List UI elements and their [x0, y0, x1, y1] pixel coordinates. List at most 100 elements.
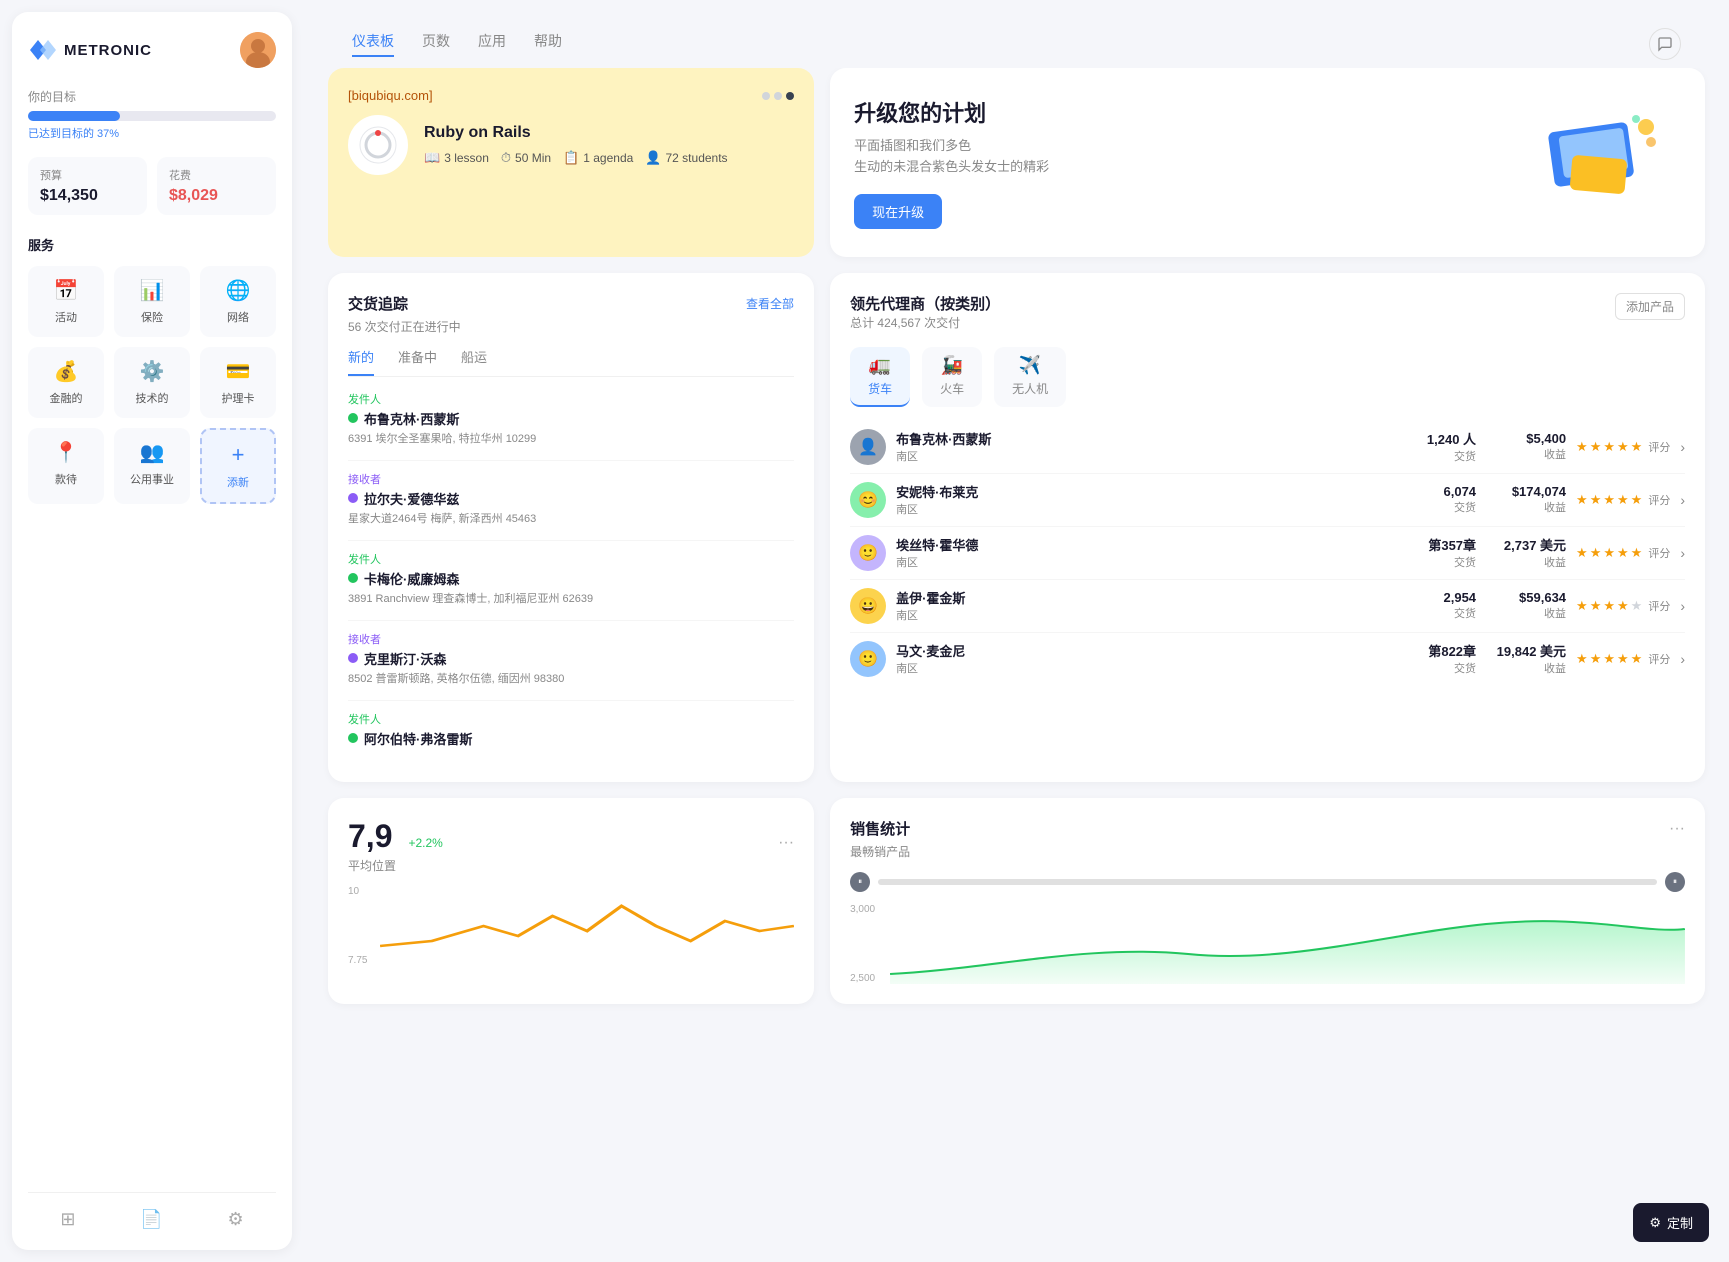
- stat-chart-svg: [380, 886, 794, 966]
- course-title: Ruby on Rails: [424, 124, 728, 142]
- rating-label-4: 评分: [1648, 598, 1670, 614]
- delivery-tracking-card: 交货追踪 查看全部 56 次交付正在进行中 新的 准备中 船运 发件人 布鲁克林…: [328, 273, 814, 782]
- view-all-link[interactable]: 查看全部: [746, 295, 794, 312]
- add-product-button[interactable]: 添加产品: [1615, 293, 1685, 320]
- stat-header: 7,9 +2.2% ···: [348, 818, 794, 855]
- goal-percent: 已达到目标的 37%: [28, 125, 276, 141]
- upgrade-card: 升级您的计划 平面插图和我们多色生动的未混合紫色头发女士的精彩 现在升级: [830, 68, 1705, 257]
- delivery-address-4: 8502 普雷斯顿路, 英格尔伍德, 缅因州 98380: [348, 670, 794, 686]
- agent-count-2: 6,074: [1416, 484, 1476, 499]
- cat-tab-train[interactable]: 🚂 火车: [922, 347, 982, 407]
- agent-avatar-3: 🙂: [850, 535, 886, 571]
- agent-arrow-2[interactable]: ›: [1680, 492, 1685, 508]
- slider-handle-right[interactable]: ⏸: [1665, 872, 1685, 892]
- agent-info-2: 安妮特·布莱克 南区: [896, 482, 1406, 517]
- tech-icon: ⚙️: [140, 359, 165, 384]
- service-carecard[interactable]: 💳 护理卡: [200, 347, 276, 418]
- illustration-svg: [1521, 107, 1681, 217]
- logo-area: METRONIC: [28, 36, 152, 64]
- role-sender-1: 发件人: [348, 391, 794, 407]
- user-avatar[interactable]: [240, 32, 276, 68]
- service-hospitality[interactable]: 📍 款待: [28, 428, 104, 504]
- agent-revenue-4: $59,634 收益: [1486, 590, 1566, 621]
- divider-1: [348, 460, 794, 461]
- upgrade-button[interactable]: 现在升级: [854, 194, 942, 229]
- delivery-name-3: 卡梅伦·威廉姆森: [364, 569, 459, 588]
- service-tech[interactable]: ⚙️ 技术的: [114, 347, 190, 418]
- file-icon[interactable]: 📄: [140, 1209, 162, 1230]
- agent-arrow-1[interactable]: ›: [1680, 439, 1685, 455]
- service-insurance[interactable]: 📊 保险: [114, 266, 190, 337]
- tab-new[interactable]: 新的: [348, 347, 374, 376]
- delivery-name-1: 布鲁克林·西蒙斯: [364, 409, 459, 428]
- service-finance[interactable]: 💰 金融的: [28, 347, 104, 418]
- agent-count-3: 第357章: [1416, 535, 1476, 554]
- agent-info-1: 布鲁克林·西蒙斯 南区: [896, 429, 1406, 464]
- location-dot-5: [348, 733, 358, 743]
- star-5e: ★: [1631, 651, 1643, 667]
- expense-value: $8,029: [169, 187, 264, 205]
- agent-count-label-3: 交货: [1416, 554, 1476, 570]
- delivery-address-1: 6391 埃尔全圣塞果哈, 特拉华州 10299: [348, 430, 794, 446]
- budget-label: 预算: [40, 167, 135, 183]
- agent-count-label-2: 交货: [1416, 499, 1476, 515]
- stat-menu-icon[interactable]: ···: [778, 834, 794, 852]
- utility-label: 公用事业: [130, 471, 174, 487]
- sales-menu-icon[interactable]: ···: [1669, 820, 1685, 838]
- chat-icon[interactable]: [1649, 28, 1681, 60]
- agents-title: 领先代理商（按类别）: [850, 293, 1000, 314]
- tab-preparing[interactable]: 准备中: [398, 347, 437, 376]
- delivery-item-2: 接收者 拉尔夫·爱德华兹 星家大道2464号 梅萨, 新泽西州 45463: [348, 471, 794, 526]
- hospitality-icon: 📍: [54, 440, 79, 465]
- service-add-new[interactable]: + 添新: [200, 428, 276, 504]
- star-5d: ★: [1617, 651, 1629, 667]
- course-card-header: [biqubiqu.com]: [348, 88, 794, 103]
- agent-ratings-3: ★ ★ ★ ★ ★ 评分: [1576, 545, 1670, 561]
- stat-widget-card: 7,9 +2.2% ··· 平均位置 10 7.75: [328, 798, 814, 1004]
- tab-help[interactable]: 帮助: [534, 31, 562, 57]
- star-1d: ★: [1617, 439, 1629, 455]
- role-receiver-2: 接收者: [348, 631, 794, 647]
- service-utility[interactable]: 👥 公用事业: [114, 428, 190, 504]
- agent-avatar-4: 😀: [850, 588, 886, 624]
- cat-tab-drone[interactable]: ✈️ 无人机: [994, 347, 1066, 407]
- agent-arrow-5[interactable]: ›: [1680, 651, 1685, 667]
- service-activity[interactable]: 📅 活动: [28, 266, 104, 337]
- agent-revenue-label-4: 收益: [1486, 605, 1566, 621]
- location-dot-3: [348, 573, 358, 583]
- star-5c: ★: [1603, 651, 1615, 667]
- service-network[interactable]: 🌐 网络: [200, 266, 276, 337]
- upgrade-content: 升级您的计划 平面插图和我们多色生动的未混合紫色头发女士的精彩 现在升级: [854, 96, 1049, 229]
- meta-time: ⏱ 50 Min: [501, 150, 551, 166]
- tab-dashboard[interactable]: 仪表板: [352, 31, 394, 57]
- tab-apps[interactable]: 应用: [478, 31, 506, 57]
- agent-info-4: 盖伊·霍金斯 南区: [896, 588, 1406, 623]
- customize-button[interactable]: ⚙ 定制: [1633, 1203, 1709, 1242]
- slider-track[interactable]: [878, 879, 1657, 885]
- tab-shipping[interactable]: 船运: [461, 347, 487, 376]
- star-4c: ★: [1603, 598, 1615, 614]
- agent-revenue-val-4: $59,634: [1486, 590, 1566, 605]
- agent-ratings-1: ★ ★ ★ ★ ★ 评分: [1576, 439, 1670, 455]
- add-label: 添新: [227, 474, 249, 490]
- course-url: [biqubiqu.com]: [348, 88, 433, 103]
- agent-arrow-3[interactable]: ›: [1680, 545, 1685, 561]
- agent-region-5: 南区: [896, 660, 1406, 676]
- settings-icon[interactable]: ⚙: [227, 1209, 243, 1230]
- meta-lesson: 📖 3 lesson: [424, 150, 489, 166]
- slider-handle-left[interactable]: ⏸: [850, 872, 870, 892]
- y-label-top: 10: [348, 886, 368, 897]
- truck-icon: 🚛: [869, 355, 891, 376]
- agent-count-label-5: 交货: [1416, 660, 1476, 676]
- tab-pages[interactable]: 页数: [422, 31, 450, 57]
- star-1a: ★: [1576, 439, 1588, 455]
- category-tabs: 🚛 货车 🚂 火车 ✈️ 无人机: [850, 347, 1685, 407]
- name-row-3: 卡梅伦·威廉姆森: [348, 569, 794, 588]
- agent-arrow-4[interactable]: ›: [1680, 598, 1685, 614]
- expense-card: 花费 $8,029: [157, 157, 276, 215]
- y-label-bottom: 7.75: [348, 955, 368, 966]
- stat-chart-wrapper: 10 7.75: [348, 886, 794, 966]
- cat-tab-truck[interactable]: 🚛 货车: [850, 347, 910, 407]
- agenda-icon: 📋: [563, 150, 579, 166]
- layers-icon[interactable]: ⊞: [60, 1209, 75, 1230]
